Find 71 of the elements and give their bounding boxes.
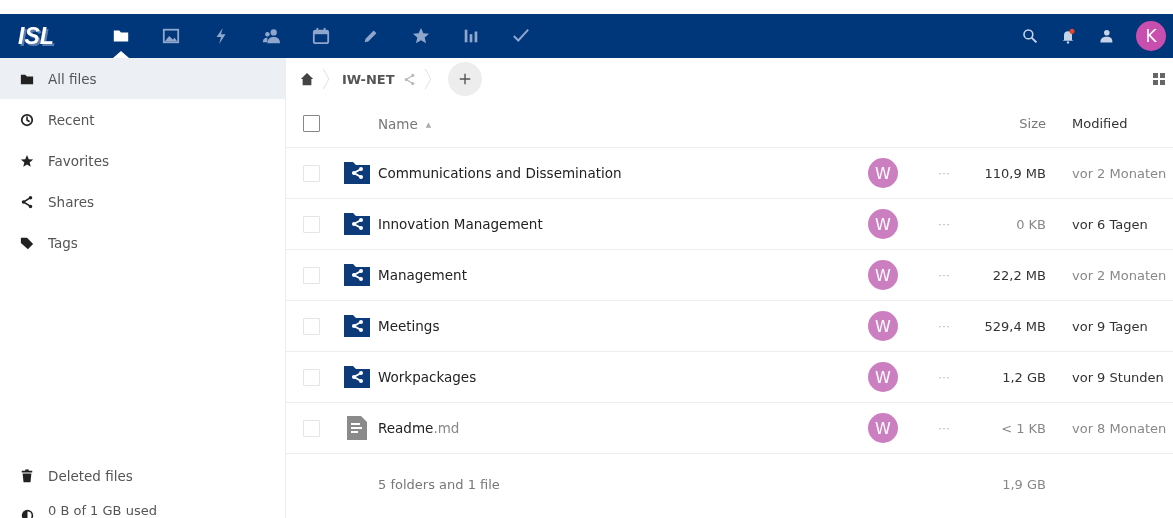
star-icon: [20, 153, 34, 168]
modified-date: vor 9 Stunden: [1071, 369, 1165, 385]
home-icon[interactable]: [300, 72, 314, 86]
file-name[interactable]: Meetings: [378, 318, 868, 334]
modified-date: vor 6 Tagen: [1071, 216, 1149, 232]
quota-text: 0 B of 1 GB used: [48, 503, 157, 518]
checkmark-icon: [512, 27, 530, 45]
file-size: 1,2 GB: [1001, 369, 1047, 385]
row-checkbox[interactable]: [303, 368, 320, 386]
bell-icon[interactable]: [1060, 28, 1076, 44]
sidebar-item[interactable]: Tags: [0, 222, 285, 263]
owner-avatar: W: [868, 362, 898, 392]
search-icon[interactable]: [1022, 28, 1038, 44]
file-name[interactable]: Communications and Dissemination: [378, 165, 868, 181]
breadcrumb-folder[interactable]: IW-NET: [342, 71, 395, 87]
star-icon: [412, 27, 430, 45]
chevron-separator: [423, 68, 432, 90]
modified-date: vor 2 Monaten: [1071, 267, 1168, 283]
calendar-icon: [312, 27, 330, 45]
file-size: 110,9 MB: [983, 165, 1047, 181]
select-all-checkbox[interactable]: [303, 115, 320, 132]
chevron-separator: [322, 68, 330, 90]
size-column-header[interactable]: Size: [968, 116, 1058, 131]
bar-chart-icon: [462, 27, 480, 45]
plus-icon: [457, 72, 472, 86]
file-size: < 1 KB: [1000, 420, 1047, 436]
sidebar-item[interactable]: Favorites: [0, 140, 285, 181]
sidebar-item[interactable]: Shares: [0, 181, 285, 222]
file-name[interactable]: Workpackages: [378, 369, 868, 385]
row-checkbox[interactable]: [303, 419, 320, 437]
share-icon: [20, 194, 34, 209]
trash-icon: [20, 468, 34, 483]
owner-avatar: W: [868, 209, 898, 239]
sidebar-item[interactable]: Recent: [0, 99, 285, 140]
owner-avatar: W: [868, 311, 898, 341]
file-name[interactable]: Management: [378, 267, 868, 283]
logo[interactable]: ISL: [18, 22, 96, 50]
grid-view-icon[interactable]: [1153, 73, 1165, 85]
file-size: 529,4 MB: [983, 318, 1047, 334]
summary-text: 5 folders and 1 file: [378, 476, 501, 492]
sidebar-item[interactable]: All files: [0, 58, 285, 99]
row-checkbox[interactable]: [303, 215, 320, 233]
modified-date: vor 2 Monaten: [1071, 165, 1168, 181]
people-icon: [262, 27, 280, 45]
shared-folder-icon: [344, 315, 370, 337]
row-checkbox[interactable]: [303, 317, 320, 335]
modified-date: vor 9 Tagen: [1071, 318, 1149, 334]
file-name[interactable]: Readme.md: [378, 420, 868, 436]
row-checkbox[interactable]: [303, 164, 320, 182]
new-button[interactable]: [447, 62, 482, 96]
shared-folder-icon: [344, 162, 370, 184]
shared-folder-icon: [344, 264, 370, 286]
total-size: 1,9 GB: [1001, 476, 1047, 492]
row-checkbox[interactable]: [303, 266, 320, 284]
shared-folder-icon: [344, 366, 370, 388]
modified-date: vor 8 Monaten: [1071, 420, 1168, 436]
modified-column-header[interactable]: Modified: [1058, 116, 1173, 131]
contacts-icon[interactable]: [1098, 28, 1114, 44]
tag-icon: [20, 235, 34, 250]
file-size: 0 KB: [1015, 216, 1047, 232]
owner-avatar: W: [868, 413, 898, 443]
owner-avatar: W: [868, 158, 898, 188]
file-name[interactable]: Innovation Management: [378, 216, 868, 232]
file-size: 22,2 MB: [991, 267, 1047, 283]
text-file-icon: [347, 416, 367, 440]
clock-icon: [20, 112, 34, 127]
owner-avatar: W: [868, 260, 898, 290]
deleted-files-item[interactable]: Deleted files: [0, 455, 285, 496]
shared-folder-icon: [344, 213, 370, 235]
picture-frame-icon: [162, 27, 180, 45]
user-avatar[interactable]: K: [1136, 21, 1166, 51]
